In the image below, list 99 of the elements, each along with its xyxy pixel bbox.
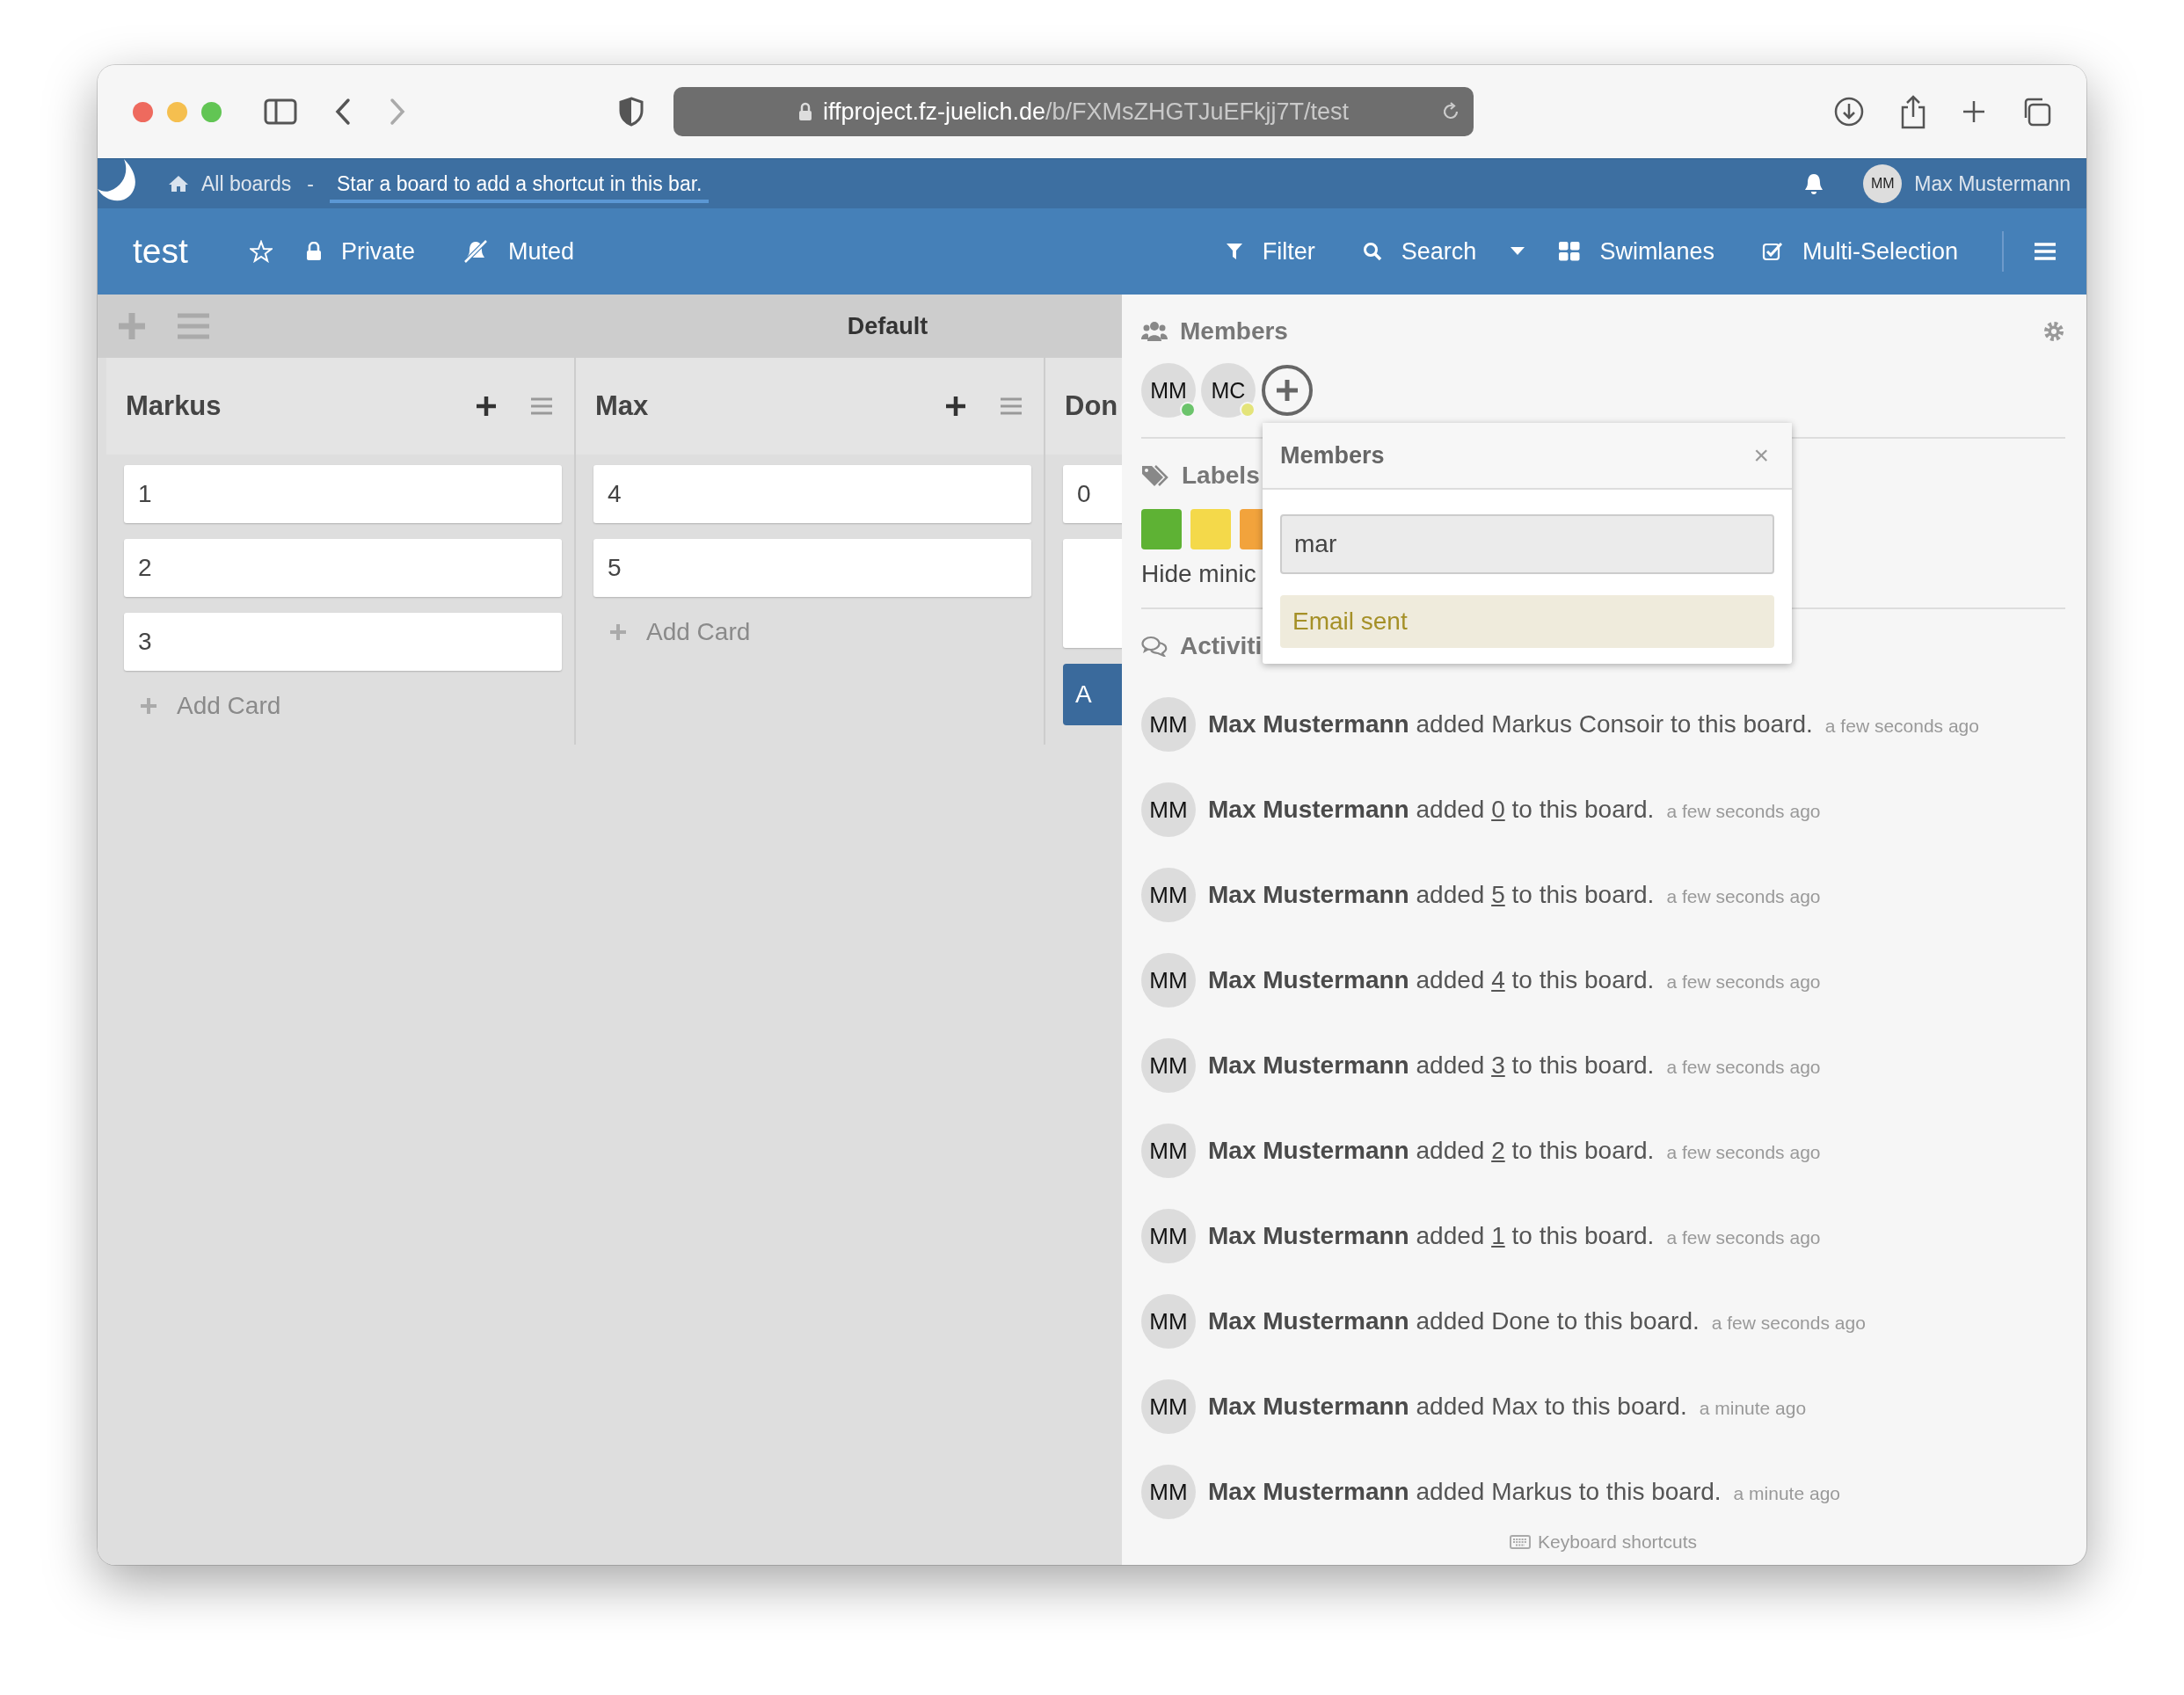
minicard[interactable]: 2 <box>124 539 562 597</box>
activity-time: a few seconds ago <box>1666 971 1821 993</box>
forward-icon[interactable] <box>389 98 406 126</box>
card-link[interactable]: 1 <box>1491 1222 1505 1249</box>
filter-button[interactable]: Filter <box>1211 237 1329 266</box>
separator-text: - <box>307 171 314 196</box>
member-avatar[interactable]: MM <box>1141 363 1196 418</box>
all-boards-link[interactable]: All boards <box>201 171 292 196</box>
activity-text: Max Mustermann added Max to this board. <box>1208 1393 1687 1421</box>
label-swatch[interactable] <box>1141 509 1182 549</box>
search-icon <box>1362 242 1382 261</box>
add-icon[interactable] <box>945 396 966 417</box>
user-avatar[interactable]: MM <box>1141 697 1196 752</box>
user-avatar[interactable]: MM <box>1141 1124 1196 1178</box>
members-heading: Members <box>1180 317 1288 346</box>
activity-time: a few seconds ago <box>1666 1142 1821 1163</box>
keyboard-icon[interactable] <box>1510 1535 1532 1549</box>
board-title[interactable]: test <box>133 232 188 271</box>
tags-icon <box>1141 464 1169 487</box>
plus-icon <box>609 623 627 641</box>
label-swatch[interactable] <box>1190 509 1231 549</box>
activity-text: Max Mustermann added 4 to this board. <box>1208 966 1655 994</box>
home-icon[interactable] <box>168 175 189 193</box>
activity-text: Max Mustermann added 5 to this board. <box>1208 881 1655 909</box>
activity-text: Max Mustermann added Done to this board. <box>1208 1307 1700 1335</box>
settings-icon[interactable] <box>2042 320 2065 343</box>
user-avatar[interactable]: MM <box>1141 1294 1196 1349</box>
card-link[interactable]: 2 <box>1491 1137 1505 1164</box>
caret-icon[interactable] <box>1510 246 1526 257</box>
labels-heading: Labels <box>1182 462 1260 490</box>
close-window-button[interactable] <box>133 101 153 122</box>
card-link[interactable]: 4 <box>1491 966 1505 993</box>
member-search-field[interactable]: mar <box>1280 514 1774 574</box>
search-button[interactable]: Search <box>1348 237 1491 266</box>
sidebar-toggle-icon[interactable] <box>264 98 297 125</box>
new-tab-icon[interactable] <box>1962 99 1986 124</box>
activity-time: a few seconds ago <box>1824 716 1979 737</box>
share-icon[interactable] <box>1900 94 1926 129</box>
star-icon[interactable] <box>249 240 273 263</box>
activity-text: Max Mustermann added Markus to this board. <box>1208 1478 1722 1506</box>
swimlane-title: Default <box>846 312 929 340</box>
add-button[interactable]: A <box>1063 664 1122 725</box>
activities-heading: Activiti <box>1180 632 1263 660</box>
activity-text: Max Mustermann added 2 to this board. <box>1208 1137 1655 1165</box>
minicard[interactable]: 4 <box>593 465 1031 523</box>
user-avatar[interactable]: MM <box>1141 1379 1196 1434</box>
user-name[interactable]: Max Mustermann <box>1914 171 2071 196</box>
activity-text: Max Mustermann added Markus Consoir to this board. <box>1208 710 1813 738</box>
multi-selection-button[interactable]: Multi-Selection <box>1747 237 1972 266</box>
shield-icon[interactable] <box>619 97 644 127</box>
activity-time: a few seconds ago <box>1711 1313 1866 1334</box>
user-avatar[interactable]: MM <box>1141 953 1196 1008</box>
activity-text: Max Mustermann added 3 to this board. <box>1208 1051 1655 1080</box>
user-avatar[interactable]: MM <box>1141 868 1196 922</box>
lock-icon <box>305 242 322 261</box>
shortcut-hint-text: Star a board to add a shortcut in this bar. <box>329 171 710 203</box>
view-switch-button[interactable]: Swimlanes <box>1545 237 1729 266</box>
lock-icon <box>797 102 812 121</box>
address-bar[interactable]: iffproject.fz-juelich.de/b/FXMsZHGTJuEFkjj7T/test <box>673 87 1474 136</box>
muted-bell-icon <box>462 239 489 264</box>
activity-time: a minute ago <box>1733 1483 1840 1504</box>
activity-time: a few seconds ago <box>1666 1057 1821 1078</box>
checkbox-icon <box>1761 241 1783 262</box>
activity-text: Max Mustermann added 1 to this board. <box>1208 1222 1655 1250</box>
download-icon[interactable] <box>1833 96 1865 127</box>
minicard[interactable]: 3 <box>124 613 562 671</box>
minicard[interactable]: 5 <box>593 539 1031 597</box>
plus-icon <box>140 697 157 715</box>
activity-time: a few seconds ago <box>1666 1227 1821 1248</box>
back-icon[interactable] <box>334 98 352 126</box>
activity-time: a few seconds ago <box>1666 886 1821 907</box>
visibility-button[interactable]: Private <box>291 237 429 266</box>
activity-text: Max Mustermann added 0 to this board. <box>1208 796 1655 824</box>
users-icon <box>1141 321 1168 342</box>
card-link[interactable]: 0 <box>1491 796 1505 823</box>
user-avatar[interactable]: MM <box>1141 1465 1196 1519</box>
activity-time: a minute ago <box>1699 1398 1807 1419</box>
minicard[interactable]: 0 <box>1063 465 1122 523</box>
url-text: iffproject.fz-juelich.de/b/FXMsZHGTJuEFkjj7T/test <box>822 98 1350 126</box>
menu-icon[interactable] <box>530 397 553 415</box>
user-avatar[interactable]: MM <box>1141 1209 1196 1263</box>
watch-button[interactable]: Muted <box>448 237 588 266</box>
filter-icon <box>1225 242 1243 261</box>
notification-bell-icon[interactable] <box>1803 172 1825 195</box>
user-avatar[interactable]: MM <box>1141 1038 1196 1093</box>
minicard[interactable]: 1 <box>124 465 562 523</box>
member-avatar[interactable]: MC <box>1201 363 1256 418</box>
user-avatar[interactable]: MM <box>1141 782 1196 837</box>
user-avatar[interactable]: MM <box>1863 164 1903 203</box>
activity-time: a few seconds ago <box>1666 801 1821 822</box>
card-link[interactable]: 5 <box>1491 881 1505 908</box>
menu-icon[interactable] <box>1000 397 1023 415</box>
card-link[interactable]: 3 <box>1491 1051 1505 1079</box>
add-member-icon[interactable] <box>1261 364 1314 417</box>
popup-title: Members <box>1280 441 1386 469</box>
add-icon[interactable] <box>476 396 497 417</box>
chat-bubbles-icon <box>1141 636 1168 657</box>
status-message: Email sent <box>1280 595 1774 648</box>
grid-icon <box>1559 242 1581 261</box>
